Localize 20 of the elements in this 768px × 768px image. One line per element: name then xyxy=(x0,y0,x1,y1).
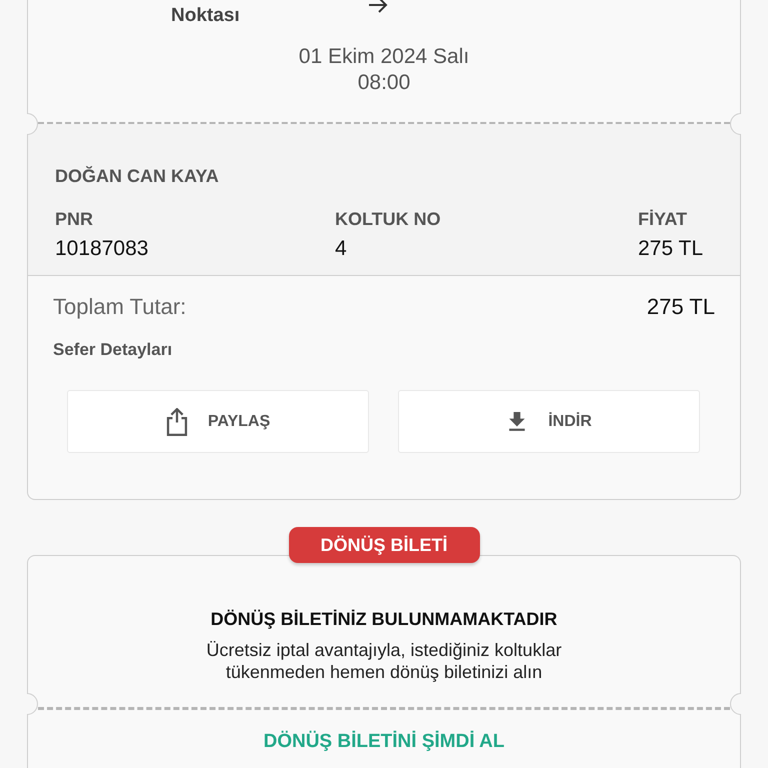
action-button[interactable]: İNDİR xyxy=(398,390,700,453)
field-label: KOLTUK NO xyxy=(335,208,442,231)
action-button[interactable]: PAYLAŞ xyxy=(67,390,369,453)
total-label: Toplam Tutar: xyxy=(53,292,186,321)
field-value: 4 xyxy=(335,236,348,262)
return-ticket-badge: DÖNÜŞ BİLETİ xyxy=(288,527,480,563)
route-origin: Noktası xyxy=(171,6,241,28)
field-label: PNR xyxy=(55,208,94,231)
trip-date: 01 Ekim 2024 Salı xyxy=(298,44,470,70)
passenger-name: DOĞAN CAN KAYA xyxy=(55,165,220,188)
notice-title: DÖNÜŞ BİLETİNİZ BULUNMAMAKTADIR xyxy=(210,608,558,631)
arrow-right-icon xyxy=(368,0,388,13)
trip-time: 08:00 xyxy=(356,70,412,96)
field-value: 275 TL xyxy=(638,236,703,262)
field-value: 10187083 xyxy=(55,236,150,262)
field-label: FİYAT xyxy=(638,208,688,231)
notice-message: Ücretsiz iptal avantajıyla, istediğiniz koltuklar tükenmeden hemen dönüş biletinizi alın xyxy=(205,639,563,683)
share-icon xyxy=(166,408,188,436)
section-title: Sefer Detayları xyxy=(52,338,174,360)
total-value: 275 TL xyxy=(646,292,715,320)
